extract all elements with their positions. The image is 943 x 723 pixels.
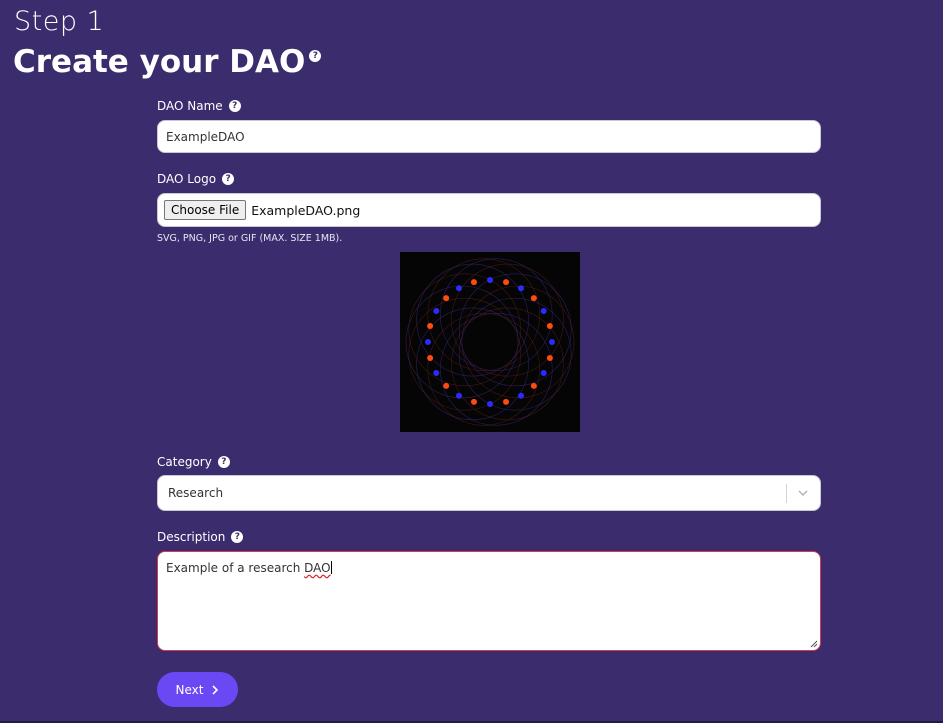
select-separator: [786, 484, 787, 503]
logo-dot: [470, 279, 477, 286]
dao-name-label: DAO Name ?: [157, 99, 241, 113]
text-caret: [330, 561, 332, 574]
logo-dot: [425, 339, 431, 345]
logo-dot: [433, 370, 440, 376]
spellcheck-flagged-word: DAO: [304, 561, 331, 575]
next-button-label: Next: [175, 682, 204, 697]
page-title-text: Create your DAO: [13, 44, 306, 80]
description-value: Example of a research DAO: [166, 561, 332, 575]
category-label: Category ?: [157, 455, 230, 469]
logo-dot: [540, 308, 547, 314]
help-icon[interactable]: ?: [217, 456, 230, 468]
selected-file-name: ExampleDAO.png: [251, 202, 361, 218]
help-icon[interactable]: ?: [222, 173, 235, 185]
logo-dot: [456, 285, 462, 292]
dao-logo-label: DAO Logo ?: [157, 172, 235, 186]
chevron-down-icon[interactable]: [797, 487, 809, 499]
logo-dot: [487, 401, 493, 407]
dao-logo-label-text: DAO Logo: [157, 172, 217, 186]
help-icon[interactable]: ?: [228, 100, 241, 112]
choose-file-button[interactable]: Choose File: [164, 200, 247, 220]
dao-logo-file-input[interactable]: Choose File ExampleDAO.png: [157, 193, 821, 227]
dao-name-input[interactable]: ExampleDAO: [157, 120, 821, 153]
dao-name-value: ExampleDAO: [166, 129, 245, 144]
category-label-text: Category: [157, 455, 212, 469]
description-value-prefix: Example of a research: [166, 561, 305, 575]
logo-dot: [456, 392, 462, 399]
logo-dot: [530, 382, 537, 389]
help-icon[interactable]: ?: [309, 50, 322, 62]
logo-dot: [433, 308, 440, 314]
logo-dot: [443, 382, 450, 389]
description-textarea[interactable]: Example of a research DAO: [157, 551, 821, 651]
logo-preview-image: [405, 258, 575, 426]
category-value: Research: [168, 486, 224, 500]
logo-dot: [546, 355, 553, 362]
description-label: Description ?: [157, 530, 244, 544]
logo-dot: [503, 398, 510, 405]
dao-name-label-text: DAO Name: [157, 99, 223, 113]
logo-dot: [546, 322, 553, 329]
description-label-text: Description: [157, 530, 226, 544]
logo-dot: [518, 392, 524, 399]
logo-dot: [427, 355, 434, 362]
logo-dot: [443, 295, 450, 302]
help-icon[interactable]: ?: [231, 531, 244, 543]
page-title: Create your DAO ?: [13, 44, 322, 80]
logo-dot: [518, 285, 524, 292]
step-label: Step 1: [14, 6, 105, 37]
chevron-right-icon: [212, 684, 219, 695]
logo-dot: [427, 322, 434, 329]
file-hint: SVG, PNG, JPG or GIF (MAX. SIZE 1MB).: [157, 233, 343, 244]
logo-dot: [487, 277, 493, 283]
logo-dot: [540, 370, 547, 376]
logo-dot: [503, 279, 510, 286]
logo-preview: [400, 252, 580, 432]
next-button[interactable]: Next: [157, 672, 238, 707]
logo-dot: [549, 339, 555, 345]
logo-dot: [530, 295, 537, 302]
resize-handle-icon[interactable]: [810, 640, 818, 648]
category-select[interactable]: Research: [157, 475, 821, 511]
logo-dot: [470, 398, 477, 405]
